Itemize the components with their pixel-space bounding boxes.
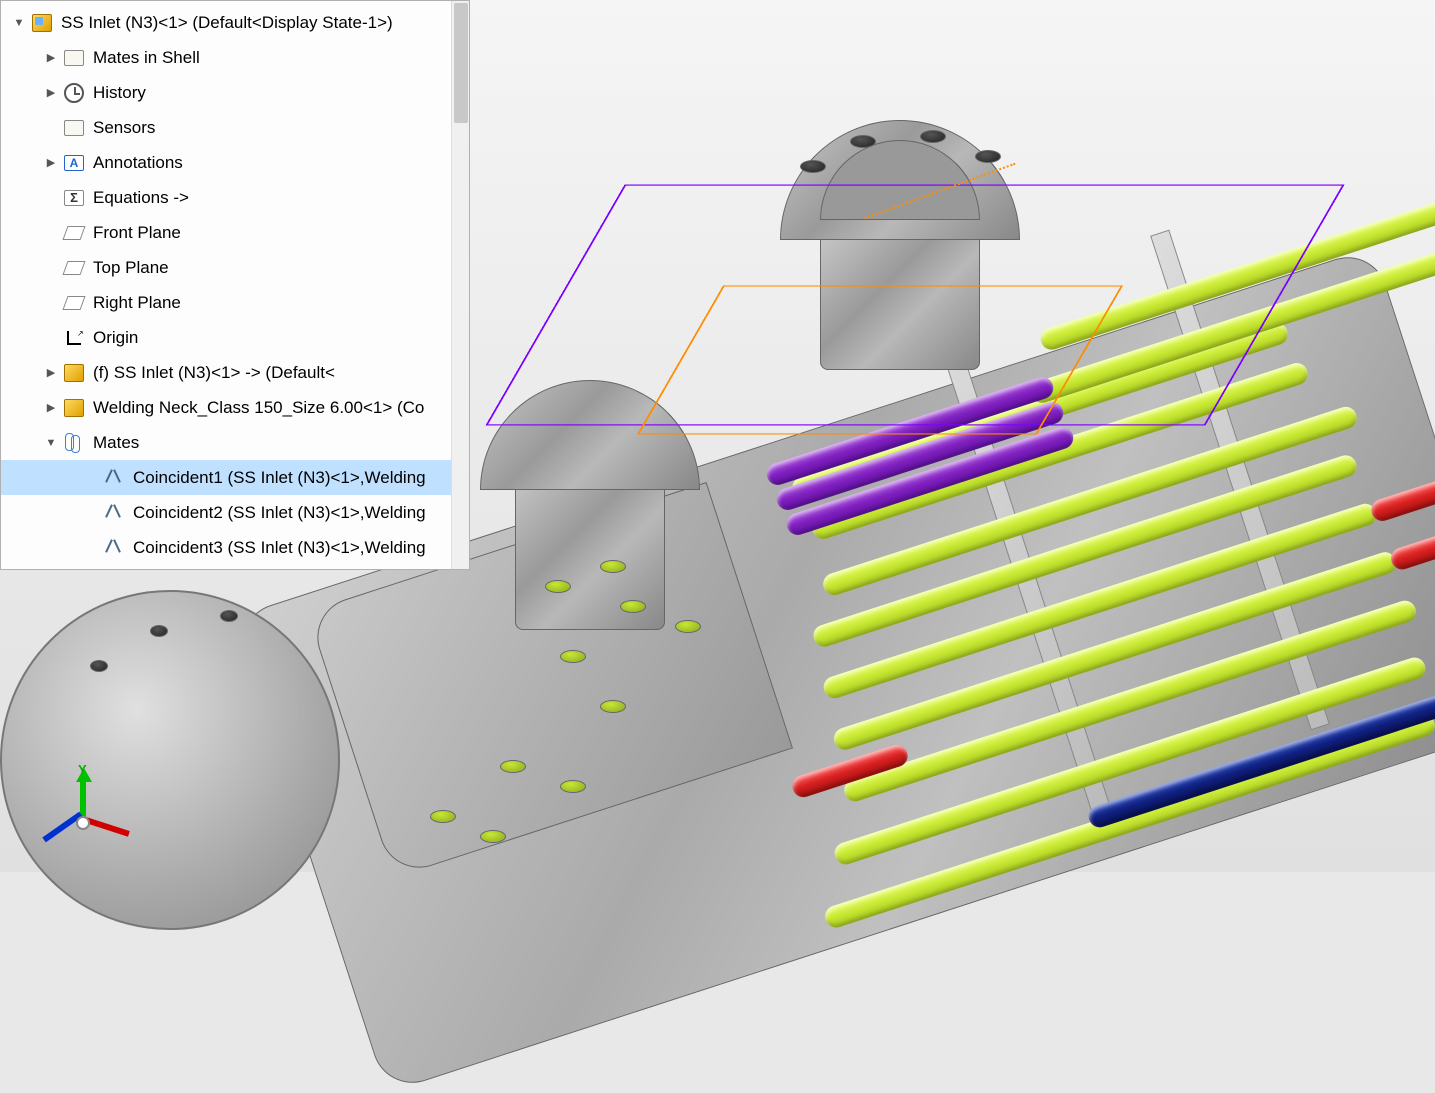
- tree-root-assembly[interactable]: ▼ SS Inlet (N3)<1> (Default<Display Stat…: [1, 5, 469, 40]
- folder-icon: [61, 47, 87, 69]
- coincident-mate-icon: [101, 502, 127, 524]
- x-axis[interactable]: [85, 817, 130, 837]
- ann-icon: A: [61, 152, 87, 174]
- expander-icon[interactable]: ▶: [41, 366, 61, 379]
- tree-item[interactable]: ▶ Mates in Shell: [1, 40, 469, 75]
- tree-item-mate[interactable]: Coincident2 (SS Inlet (N3)<1>,Welding: [1, 495, 469, 530]
- tree-item[interactable]: ▶A Annotations: [1, 145, 469, 180]
- coincident-mate-icon: [101, 537, 127, 559]
- bolt-hole[interactable]: [220, 610, 238, 622]
- view-triad[interactable]: Y: [30, 762, 130, 862]
- tree-label: Equations ->: [93, 188, 189, 208]
- tree-label: Annotations: [93, 153, 183, 173]
- bolt-hole[interactable]: [920, 130, 946, 143]
- history-icon: [61, 82, 87, 104]
- tree-label: (f) SS Inlet (N3)<1> -> (Default<: [93, 363, 335, 383]
- hole[interactable]: [620, 600, 646, 613]
- hole[interactable]: [430, 810, 456, 823]
- tree-item[interactable]: Top Plane: [1, 250, 469, 285]
- part-icon: [61, 397, 87, 419]
- tree-label: Coincident1 (SS Inlet (N3)<1>,Welding: [133, 468, 426, 488]
- tree-label: History: [93, 83, 146, 103]
- triad-origin[interactable]: [76, 816, 90, 830]
- expander-icon[interactable]: ▶: [41, 401, 61, 414]
- tree-scrollbar[interactable]: ▲: [451, 1, 469, 569]
- tree-label: Origin: [93, 328, 138, 348]
- tree-label: Coincident2 (SS Inlet (N3)<1>,Welding: [133, 503, 426, 523]
- tree-label: Welding Neck_Class 150_Size 6.00<1> (Co: [93, 398, 424, 418]
- feature-tree[interactable]: ▼ SS Inlet (N3)<1> (Default<Display Stat…: [1, 1, 469, 569]
- tree-item[interactable]: Right Plane: [1, 285, 469, 320]
- folder-icon: [61, 117, 87, 139]
- hole[interactable]: [600, 560, 626, 573]
- tree-item[interactable]: ▶ (f) SS Inlet (N3)<1> -> (Default<: [1, 355, 469, 390]
- tree-item[interactable]: ▶ Welding Neck_Class 150_Size 6.00<1> (Co: [1, 390, 469, 425]
- hole[interactable]: [560, 780, 586, 793]
- part-icon: [61, 362, 87, 384]
- bolt-hole[interactable]: [800, 160, 826, 173]
- tree-label: Front Plane: [93, 223, 181, 243]
- expander-icon[interactable]: ▼: [41, 437, 61, 449]
- assembly-icon: [29, 12, 55, 34]
- tree-label: Sensors: [93, 118, 155, 138]
- tree-label: Mates: [93, 433, 139, 453]
- tree-label: Coincident3 (SS Inlet (N3)<1>,Welding: [133, 538, 426, 558]
- tree-label: Mates in Shell: [93, 48, 200, 68]
- hole[interactable]: [560, 650, 586, 663]
- tree-item[interactable]: ▶ History: [1, 75, 469, 110]
- tree-item-mate[interactable]: Coincident1 (SS Inlet (N3)<1>,Welding: [1, 460, 469, 495]
- scrollbar-thumb[interactable]: [454, 3, 468, 123]
- origin-icon: ↗: [61, 327, 87, 349]
- expander-icon[interactable]: ▶: [41, 156, 61, 169]
- hole[interactable]: [675, 620, 701, 633]
- expander-icon[interactable]: ▶: [41, 86, 61, 99]
- coincident-mate-icon: [101, 467, 127, 489]
- bolt-hole[interactable]: [975, 150, 1001, 163]
- plane-icon: [61, 222, 87, 244]
- tree-item[interactable]: ↗ Origin: [1, 320, 469, 355]
- hole[interactable]: [545, 580, 571, 593]
- plane-icon: [61, 257, 87, 279]
- expander-icon[interactable]: ▼: [9, 17, 29, 29]
- mates-icon: [61, 432, 87, 454]
- plane-icon: [61, 292, 87, 314]
- bolt-hole[interactable]: [150, 625, 168, 637]
- tree-item[interactable]: Front Plane: [1, 215, 469, 250]
- tree-item-mate[interactable]: Coincident3 (SS Inlet (N3)<1>,Welding: [1, 530, 469, 565]
- sigma-icon: Σ: [61, 187, 87, 209]
- tree-label: SS Inlet (N3)<1> (Default<Display State-…: [61, 13, 393, 33]
- tree-label: Top Plane: [93, 258, 169, 278]
- tree-label: Right Plane: [93, 293, 181, 313]
- feature-tree-panel: ▼ SS Inlet (N3)<1> (Default<Display Stat…: [0, 0, 470, 570]
- tree-item[interactable]: ▼ Mates: [1, 425, 469, 460]
- tree-item[interactable]: Sensors: [1, 110, 469, 145]
- hole[interactable]: [480, 830, 506, 843]
- bolt-hole[interactable]: [850, 135, 876, 148]
- y-axis-label: Y: [78, 762, 87, 777]
- expander-icon[interactable]: ▶: [41, 51, 61, 64]
- hole[interactable]: [500, 760, 526, 773]
- bolt-hole[interactable]: [90, 660, 108, 672]
- tree-item[interactable]: Σ Equations ->: [1, 180, 469, 215]
- end-cap[interactable]: [0, 590, 340, 930]
- hole[interactable]: [600, 700, 626, 713]
